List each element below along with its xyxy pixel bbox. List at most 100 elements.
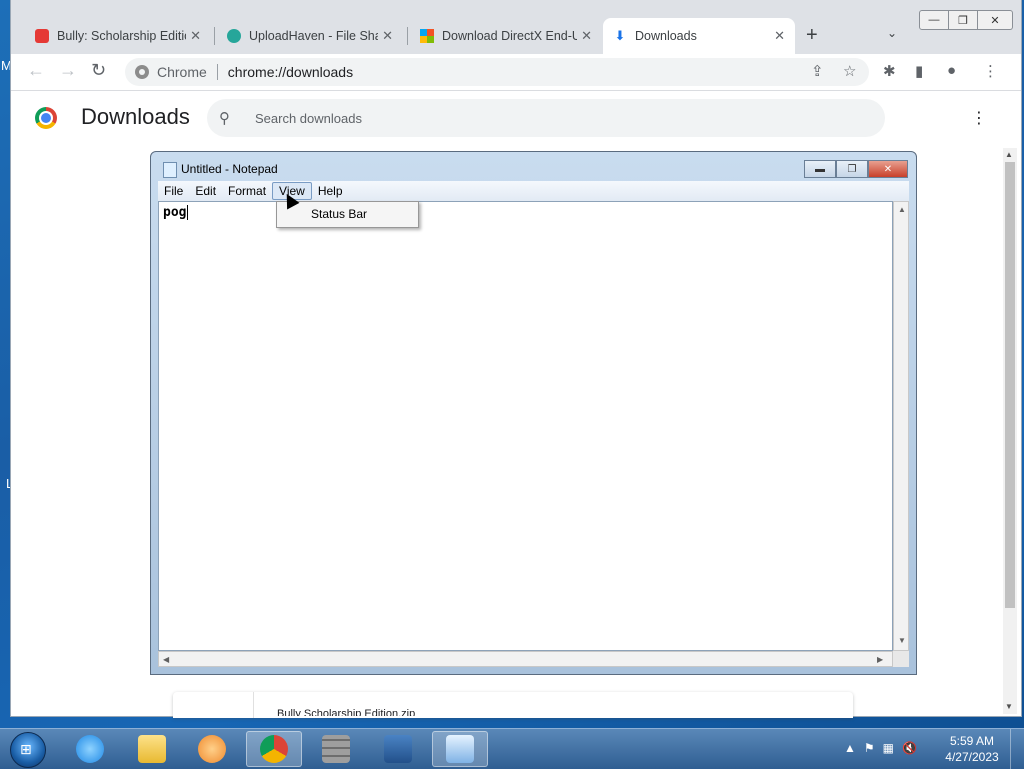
taskbar-media-player[interactable] (184, 731, 240, 767)
download-item-card[interactable]: Bully Scholarship Edition.zip (173, 692, 853, 718)
scrollbar-thumb[interactable] (1005, 162, 1015, 608)
chrome-menu-icon[interactable]: ⋮ (983, 62, 998, 80)
clock-date: 4/27/2023 (945, 750, 999, 764)
notepad-menubar: File Edit Format View Help (158, 181, 909, 201)
notepad-maximize-button[interactable]: ❐ (836, 160, 868, 178)
uploadhaven-favicon-icon (227, 29, 241, 43)
download-item-filename[interactable]: Bully Scholarship Edition.zip (277, 708, 415, 716)
media-player-icon (198, 735, 226, 763)
menu-help[interactable]: Help (312, 183, 349, 199)
lock-favicon-icon (35, 29, 49, 43)
folder-icon (138, 735, 166, 763)
forward-button[interactable]: → (59, 60, 77, 81)
microsoft-favicon-icon (420, 29, 434, 43)
show-hidden-icons-icon[interactable]: ▲ (844, 741, 856, 755)
notepad-minimize-button[interactable]: ▬ (804, 160, 836, 178)
windows-logo-icon: ⊞ (20, 741, 32, 757)
taskbar-ie[interactable] (62, 731, 118, 767)
menu-item-status-bar[interactable]: Status Bar (311, 207, 367, 221)
close-window-button[interactable]: ✕ (978, 10, 1013, 30)
search-bar[interactable]: ⚲ (207, 99, 885, 137)
show-desktop-button[interactable] (1010, 729, 1024, 769)
notepad-icon (446, 735, 474, 763)
notepad-text: pog (163, 205, 187, 220)
tab-title: UploadHaven - File Sharing (249, 29, 378, 43)
scroll-down-arrow-icon[interactable]: ▼ (1005, 702, 1013, 711)
menu-format[interactable]: Format (222, 183, 272, 199)
network-icon[interactable]: ▦ (883, 741, 894, 755)
maximize-button[interactable]: ❐ (949, 10, 978, 30)
firewall-icon (322, 735, 350, 763)
tab-strip: — ❐ ✕ Bully: Scholarship Edition ✕ Uploa… (11, 0, 1021, 54)
notepad-window: Untitled - Notepad ▬ ❐ ✕ File Edit Forma… (150, 151, 917, 675)
taskbar: ⊞ ▲ ⚑ ▦ 🔇 5:59 AM 4/27/2023 (0, 728, 1024, 769)
new-tab-button[interactable]: + (806, 24, 818, 47)
taskbar-firewall[interactable] (308, 731, 364, 767)
notepad-close-button[interactable]: ✕ (868, 160, 908, 178)
tab-title: Downloads (635, 29, 697, 43)
window-controls: — ❐ ✕ (919, 10, 1013, 30)
search-icon: ⚲ (219, 110, 230, 127)
page-scrollbar[interactable]: ▲ ▼ (1003, 148, 1017, 714)
extensions-icon[interactable]: ✱ (883, 62, 896, 80)
omnibox-divider (216, 64, 218, 80)
bookmark-star-icon[interactable]: ☆ (843, 62, 856, 80)
close-tab-icon[interactable]: ✕ (774, 28, 785, 44)
text-caret (187, 205, 189, 220)
tab-directx[interactable]: Download DirectX End-User ✕ (410, 18, 602, 54)
card-divider (253, 692, 254, 718)
volume-muted-icon[interactable]: 🔇 (902, 741, 917, 755)
computer-icon (384, 735, 412, 763)
reload-button[interactable]: ↻ (91, 60, 106, 81)
chrome-logo-icon (135, 65, 149, 79)
tab-search-button[interactable]: ⌄ (887, 26, 897, 40)
downloads-menu-icon[interactable]: ⋮ (971, 108, 987, 128)
notepad-vertical-scrollbar[interactable]: ▲ ▼ (893, 201, 909, 651)
chrome-icon (260, 735, 288, 763)
taskbar-notepad[interactable] (432, 731, 488, 767)
share-icon[interactable]: ⇪ (811, 62, 824, 80)
tab-uploadhaven[interactable]: UploadHaven - File Sharing ✕ (217, 18, 403, 54)
clock[interactable]: 5:59 AM 4/27/2023 (944, 733, 1000, 765)
system-tray: ▲ ⚑ ▦ 🔇 (844, 741, 917, 755)
minimize-button[interactable]: — (919, 10, 949, 30)
tab-separator (214, 27, 215, 45)
search-input[interactable] (253, 109, 857, 127)
omnibox[interactable]: Chrome chrome://downloads (125, 58, 869, 86)
close-tab-icon[interactable]: ✕ (382, 28, 393, 44)
notepad-horizontal-scrollbar[interactable]: ◀ ▶ (158, 651, 893, 667)
url-text[interactable]: chrome://downloads (228, 64, 353, 80)
view-menu-dropdown: Status Bar (276, 201, 419, 228)
close-tab-icon[interactable]: ✕ (190, 28, 201, 44)
scroll-up-arrow-icon[interactable]: ▲ (1005, 150, 1013, 159)
scroll-down-arrow-icon[interactable]: ▼ (898, 636, 906, 645)
back-button[interactable]: ← (27, 60, 45, 81)
download-favicon-icon: ⬇ (614, 28, 626, 43)
clock-time: 5:59 AM (949, 734, 995, 748)
taskbar-explorer[interactable] (124, 731, 180, 767)
close-tab-icon[interactable]: ✕ (581, 28, 592, 44)
tab-downloads[interactable]: ⬇ Downloads ✕ (603, 18, 795, 54)
internet-explorer-icon (76, 735, 104, 763)
tab-bully[interactable]: Bully: Scholarship Edition ✕ (25, 18, 211, 54)
resize-grip-icon[interactable] (893, 651, 909, 667)
notepad-text-area[interactable]: pog (158, 201, 893, 651)
notepad-title: Untitled - Notepad (181, 162, 278, 176)
tab-title: Bully: Scholarship Edition (57, 29, 187, 43)
notepad-content[interactable]: pog (163, 205, 189, 220)
side-panel-icon[interactable]: ▮ (915, 62, 923, 80)
notepad-window-controls: ▬ ❐ ✕ (804, 160, 908, 178)
start-button[interactable]: ⊞ (10, 732, 46, 768)
tab-title: Download DirectX End-User (442, 29, 578, 43)
taskbar-computer[interactable] (370, 731, 426, 767)
menu-edit[interactable]: Edit (189, 183, 222, 199)
scroll-right-arrow-icon[interactable]: ▶ (877, 655, 883, 664)
action-center-flag-icon[interactable]: ⚑ (864, 741, 875, 755)
browser-toolbar: ← → ↻ Chrome chrome://downloads ⇪ ☆ ✱ ▮ … (11, 54, 1021, 91)
scroll-up-arrow-icon[interactable]: ▲ (898, 205, 906, 214)
taskbar-chrome[interactable] (246, 731, 302, 767)
menu-file[interactable]: File (158, 183, 189, 199)
profile-icon[interactable]: ● (947, 62, 956, 79)
site-label: Chrome (157, 64, 207, 80)
scroll-left-arrow-icon[interactable]: ◀ (163, 655, 169, 664)
